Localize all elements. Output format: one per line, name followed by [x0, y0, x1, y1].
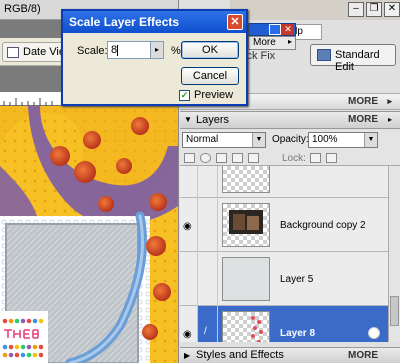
scale-input[interactable]: 8: [107, 41, 151, 59]
text-cursor: [117, 44, 119, 56]
lock-all-icon[interactable]: [326, 153, 337, 163]
layer-thumbnail: [222, 166, 270, 193]
visibility-cell[interactable]: [180, 252, 198, 306]
delete-layer-icon[interactable]: [216, 153, 227, 163]
preview-checkbox[interactable]: ✓: [179, 90, 190, 101]
mini-window-titlebar: ✕: [248, 23, 296, 36]
quick-fix-label: ick Fix: [244, 50, 276, 62]
panel-more-arrow-icon-1: ▸: [387, 96, 392, 106]
ok-button[interactable]: OK: [181, 41, 239, 59]
layer-style-icon[interactable]: [368, 327, 380, 339]
visibility-cell[interactable]: ◉: [180, 198, 198, 252]
layer-name: Layer 8: [280, 328, 316, 339]
scrapbook-artwork[interactable]: [0, 106, 178, 363]
layer-thumbnail: [222, 257, 270, 301]
panel-more-label-1: MORE: [348, 96, 378, 107]
close-icon[interactable]: ✕: [384, 2, 400, 17]
layer-row-selected[interactable]: ◉ / Layer 8: [180, 306, 388, 342]
scale-layer-effects-dialog: Scale Layer Effects ✕ Scale: 8 ▸ % OK Ca…: [61, 9, 248, 106]
layer-row[interactable]: Layer 5: [180, 252, 388, 306]
opacity-label: Opacity:: [272, 134, 309, 145]
expand-triangle-icon[interactable]: ▶: [184, 351, 190, 360]
layers-list: ◉ Background copy 2 Layer 5 ◉ / Layer 8: [180, 166, 388, 342]
layer-row[interactable]: ◉ Background copy 2: [180, 198, 388, 252]
layer-name: Background copy 2: [280, 220, 366, 231]
adjustment-layer-icon[interactable]: [200, 153, 211, 163]
opacity-value: 100%: [312, 134, 338, 145]
visibility-cell[interactable]: ◉: [180, 306, 198, 342]
styles-title: Styles and Effects: [196, 349, 284, 361]
scale-label: Scale:: [77, 45, 108, 57]
cancel-button[interactable]: Cancel: [181, 67, 239, 85]
opacity-field[interactable]: 100% ▼: [308, 132, 378, 148]
scrollbar-thumb[interactable]: [390, 296, 399, 326]
restore-icon[interactable]: ❐: [366, 2, 382, 17]
link-cell[interactable]: /: [198, 306, 218, 342]
eye-icon[interactable]: ◉: [183, 330, 192, 340]
more-menu[interactable]: More ▸: [248, 36, 296, 50]
maximize-icon[interactable]: [269, 24, 281, 35]
document-title-text: RGB/8): [4, 3, 41, 15]
layers-more-arrow-icon: ▸: [387, 115, 392, 124]
styles-effects-panel-header[interactable]: ▶ Styles and Effects MORE: [180, 347, 400, 363]
blend-mode-select[interactable]: Normal ▼: [182, 132, 266, 148]
visibility-cell[interactable]: [180, 166, 198, 198]
dialog-title: Scale Layer Effects: [69, 15, 180, 29]
quick-fix-tab[interactable]: ick Fix: [244, 50, 275, 62]
layers-scrollbar[interactable]: [388, 166, 400, 342]
layer-thumbnail: [222, 203, 270, 247]
brush-icon: /: [204, 326, 207, 337]
layers-more-label[interactable]: MORE: [348, 114, 378, 125]
minimize-icon[interactable]: –: [348, 2, 364, 17]
standard-edit-icon: [317, 49, 331, 61]
layers-title: Layers: [196, 114, 230, 126]
thumbnail-image: [229, 210, 263, 234]
more-menu-arrow-icon: ▸: [287, 37, 292, 46]
link-layers-icon[interactable]: [232, 153, 243, 163]
collapse-triangle-icon[interactable]: ▼: [184, 115, 192, 124]
layer-name: Layer 5: [280, 274, 314, 285]
opacity-dropdown-icon[interactable]: ▼: [364, 133, 377, 147]
lock-label: Lock:: [282, 153, 306, 164]
window-controls-bar: – ❐ ✕: [230, 0, 400, 20]
layers-tools-row: Lock:: [180, 150, 400, 166]
eye-icon[interactable]: ◉: [183, 222, 192, 232]
layer-thumbnail: [222, 311, 270, 342]
link-cell[interactable]: [198, 198, 218, 252]
layers-options-row: Normal ▼ Opacity: 100% ▼: [180, 130, 400, 150]
scale-slider-arrow-icon[interactable]: ▸: [151, 41, 164, 59]
percent-label: %: [171, 45, 181, 57]
blend-mode-value: Normal: [186, 134, 219, 145]
blend-mode-dropdown-icon[interactable]: ▼: [252, 133, 265, 147]
thumbnail-image: [251, 316, 263, 342]
calendar-icon: [7, 47, 19, 58]
new-layer-icon[interactable]: [184, 153, 195, 163]
link-cell[interactable]: [198, 252, 218, 306]
more-menu-label: More: [253, 37, 276, 48]
group-layers-icon[interactable]: [248, 153, 259, 163]
layer-row[interactable]: [180, 166, 388, 198]
dialog-close-icon[interactable]: ✕: [227, 14, 243, 30]
layers-panel-header[interactable]: ▼ Layers MORE ▸: [180, 111, 400, 129]
dialog-titlebar[interactable]: Scale Layer Effects ✕: [63, 11, 246, 33]
preview-label: Preview: [194, 89, 234, 101]
standard-edit-button[interactable]: Standard Edit: [310, 44, 396, 73]
lock-transparency-icon[interactable]: [310, 153, 321, 163]
styles-more-label[interactable]: MORE: [348, 350, 378, 361]
mini-close-icon[interactable]: ✕: [282, 24, 294, 35]
link-cell[interactable]: [198, 166, 218, 198]
